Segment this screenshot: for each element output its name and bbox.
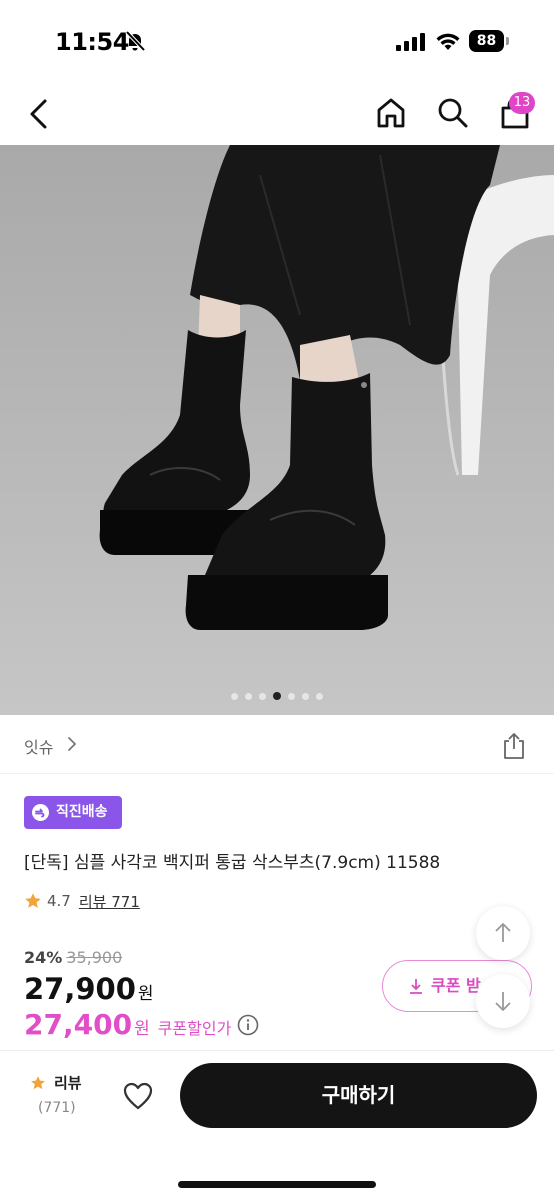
search-icon[interactable] xyxy=(436,96,470,130)
image-pagination xyxy=(0,691,554,703)
pagination-dot[interactable] xyxy=(316,693,323,700)
info-icon[interactable] xyxy=(237,1014,259,1036)
review-star-icon xyxy=(31,1076,45,1090)
coupon-price: 27,400 xyxy=(24,1008,133,1041)
pagination-dot[interactable] xyxy=(259,693,266,700)
pagination-dot[interactable] xyxy=(245,693,252,700)
share-icon[interactable] xyxy=(500,731,528,761)
battery-level: 88 xyxy=(476,33,497,49)
sale-price: 27,900 xyxy=(24,972,136,1006)
arrow-down-icon xyxy=(495,992,511,1011)
cart-count-badge: 13 xyxy=(509,92,535,114)
back-icon[interactable] xyxy=(24,97,54,131)
arrow-up-icon xyxy=(495,923,511,942)
download-icon xyxy=(410,979,422,994)
pagination-dot[interactable] xyxy=(231,693,238,700)
rating-value: 4.7 xyxy=(47,892,71,910)
chevron-right-icon xyxy=(68,737,76,751)
status-bar: 11:54 88 xyxy=(0,0,554,80)
buy-button[interactable]: 구매하기 xyxy=(180,1063,537,1128)
scroll-bottom-button[interactable] xyxy=(476,974,530,1028)
status-time: 11:54 xyxy=(55,28,129,56)
review-button-label[interactable]: 리뷰 xyxy=(54,1072,82,1093)
review-link[interactable]: 리뷰 771 xyxy=(79,891,140,912)
discount-row: 24% 35,900 xyxy=(24,948,122,967)
star-icon xyxy=(25,893,41,908)
brand-row[interactable]: 잇슈 xyxy=(0,716,554,774)
pagination-dot[interactable] xyxy=(302,693,309,700)
heart-icon[interactable] xyxy=(122,1081,154,1111)
wifi-icon xyxy=(436,33,460,50)
home-indicator xyxy=(178,1181,376,1188)
coupon-download-label: 쿠폰 받 xyxy=(431,976,481,995)
discount-rate: 24% xyxy=(24,948,63,967)
home-icon[interactable] xyxy=(374,96,408,130)
signal-icon xyxy=(396,33,425,51)
direct-shipping-icon xyxy=(32,804,49,821)
product-title: [단독] 심플 사각코 백지퍼 통굽 삭스부츠(7.9cm) 11588 xyxy=(24,853,441,873)
price-row: 27,900 원 xyxy=(24,972,154,1006)
product-image[interactable] xyxy=(0,145,554,715)
battery-indicator: 88 xyxy=(469,30,509,52)
original-price: 35,900 xyxy=(66,948,123,967)
coupon-price-label: 쿠폰할인가 xyxy=(157,1019,232,1038)
direct-shipping-label: 직진배송 xyxy=(56,804,108,820)
pagination-dot[interactable] xyxy=(273,692,281,700)
review-count[interactable]: (771) xyxy=(38,1100,76,1116)
direct-shipping-badge: 직진배송 xyxy=(24,796,122,829)
bell-off-icon xyxy=(125,30,146,52)
scroll-top-button[interactable] xyxy=(476,906,530,960)
pagination-dot[interactable] xyxy=(288,693,295,700)
product-photo xyxy=(0,145,554,715)
coupon-price-unit: 원 xyxy=(134,1019,150,1039)
nav-bar: 13 xyxy=(0,80,554,145)
price-unit: 원 xyxy=(137,984,154,1004)
coupon-price-row: 27,400 원 쿠폰할인가 xyxy=(24,1008,259,1041)
brand-name[interactable]: 잇슈 xyxy=(24,734,53,758)
rating-row: 4.7 리뷰 771 xyxy=(24,890,140,912)
